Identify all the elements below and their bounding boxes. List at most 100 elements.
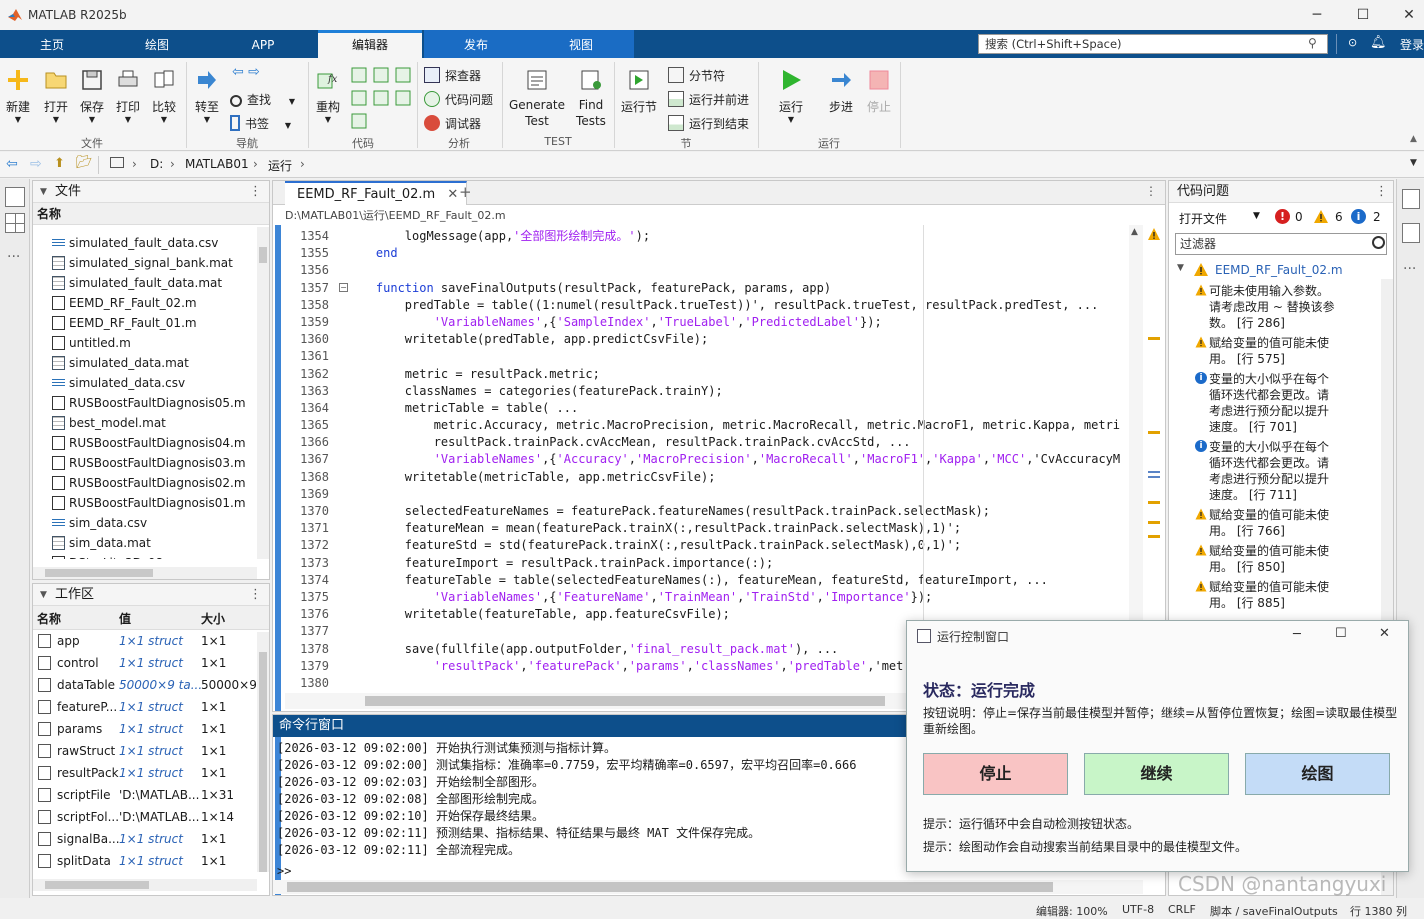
issues-panel-icon[interactable]	[1402, 223, 1420, 243]
warning-marker[interactable]	[1148, 535, 1160, 538]
help-dropdown-icon[interactable]: ⊙	[1348, 36, 1357, 49]
tab-view[interactable]: 视图	[528, 30, 634, 58]
stop-button[interactable]: 停止	[864, 68, 894, 115]
code-issues-button[interactable]: 代码问题	[424, 91, 493, 108]
files-vscrollbar[interactable]	[257, 227, 269, 559]
issue-item[interactable]: i 变量的大小似乎在每个 循环迭代都会更改。请 考虑进行预分配以提升 速度。 [行 70…	[1195, 371, 1329, 435]
more-icon[interactable]: ···	[1403, 261, 1416, 277]
run-advance-button[interactable]: 运行并前进	[668, 91, 749, 108]
save-button[interactable]: 保存 ▼	[78, 68, 106, 124]
panel-menu-icon[interactable]: ⋮	[249, 181, 262, 203]
file-list-item[interactable]: RUSBoostFaultDiagnosis02.m	[33, 473, 269, 493]
col-size[interactable]: 大小	[201, 610, 225, 627]
workspace-row[interactable]: scriptFile 'D:\MATLAB... 1×31	[33, 784, 269, 806]
tab-apps[interactable]: APP	[210, 30, 316, 58]
scope-select[interactable]: 打开文件	[1179, 210, 1227, 227]
editor-menu-icon[interactable]: ⋮	[1145, 184, 1157, 198]
info-icon[interactable]: i	[1351, 209, 1366, 224]
warning-marker[interactable]	[1148, 337, 1160, 340]
file-list-item[interactable]: EEMD_RF_Fault_02.m	[33, 293, 269, 313]
code-line[interactable]: 1364 metricTable = table( ...	[285, 400, 1127, 417]
issue-item[interactable]: 可能未使用输入参数。 请考虑改用 ~ 替换该参 数。 [行 286]	[1195, 283, 1335, 331]
issue-item[interactable]: 赋给变量的值可能未使 用。 [行 885]	[1195, 579, 1329, 611]
issue-item[interactable]: 赋给变量的值可能未使 用。 [行 766]	[1195, 507, 1329, 539]
workspace-hscrollbar[interactable]	[33, 879, 257, 891]
file-list-item[interactable]: DStarLite3D_08.m	[33, 553, 269, 559]
issue-item[interactable]: i 变量的大小似乎在每个 循环迭代都会更改。请 考虑进行预分配以提升 速度。 [行 71…	[1195, 439, 1329, 503]
tab-home[interactable]: 主页	[0, 30, 104, 58]
issues-file-name[interactable]: EEMD_RF_Fault_02.m	[1215, 263, 1343, 277]
bookmark-button[interactable]: 书签 ▼	[230, 115, 291, 132]
login-link[interactable]: 登录	[1400, 36, 1424, 53]
file-list-item[interactable]: simulated_fault_data.csv	[33, 233, 269, 253]
minimize-icon[interactable]: ─	[1302, 4, 1332, 26]
tab-plots[interactable]: 绘图	[104, 30, 210, 58]
code-line[interactable]: 1371 featureMean = mean(featurePack.trai…	[285, 520, 1127, 537]
file-list-item[interactable]: best_model.mat	[33, 413, 269, 433]
code-line[interactable]: 1363 classNames = categories(featurePack…	[285, 383, 1127, 400]
command-hscrollbar[interactable]	[273, 880, 1143, 894]
doc-panel-icon[interactable]	[1402, 189, 1420, 209]
file-list-item[interactable]: untitled.m	[33, 333, 269, 353]
code-line[interactable]: 1367 'VariableNames',{'Accuracy','MacroP…	[285, 451, 1127, 468]
stop-button[interactable]: 停止	[923, 753, 1068, 795]
workspace-row[interactable]: resultPack 1×1 struct 1×1	[33, 762, 269, 784]
tree-expand-icon[interactable]: ▼	[1177, 263, 1184, 273]
generate-test-button[interactable]: Generate Test	[508, 68, 566, 128]
fold-toggle-icon[interactable]: −	[339, 283, 348, 292]
new-tab-icon[interactable]: +	[459, 183, 472, 201]
close-icon[interactable]: ✕	[1394, 4, 1424, 26]
workspace-vscrollbar[interactable]	[257, 632, 269, 872]
file-list-item[interactable]: RUSBoostFaultDiagnosis01.m	[33, 493, 269, 513]
warning-status-icon[interactable]	[1147, 227, 1161, 241]
path-folder-2[interactable]: 运行	[268, 157, 292, 174]
file-list-item[interactable]: RUSBoostFaultDiagnosis04.m	[33, 433, 269, 453]
files-panel-icon[interactable]	[5, 187, 25, 207]
workspace-row[interactable]: signalBa... 1×1 struct 1×1	[33, 828, 269, 850]
collapse-ribbon-icon[interactable]: ▲	[1410, 134, 1417, 144]
code-line[interactable]: 1359 'VariableNames',{'SampleIndex','Tru…	[285, 314, 1127, 331]
file-list-item[interactable]: RUSBoostFaultDiagnosis05.m	[33, 393, 269, 413]
files-hscrollbar[interactable]	[33, 567, 257, 579]
warning-icon[interactable]	[1313, 209, 1329, 224]
dialog-minimize-icon[interactable]: ─	[1293, 627, 1301, 642]
file-list-item[interactable]: sim_data.csv	[33, 513, 269, 533]
back-arrow-icon[interactable]: ⇦	[6, 156, 18, 172]
maximize-icon[interactable]: ☐	[1348, 4, 1378, 26]
workspace-row[interactable]: featureP... 1×1 struct 1×1	[33, 696, 269, 718]
file-list-item[interactable]: simulated_signal_bank.mat	[33, 253, 269, 273]
code-line[interactable]: 1372 featureStd = std(featurePack.trainX…	[285, 537, 1127, 554]
col-name[interactable]: 名称	[37, 610, 61, 627]
goto-button[interactable]: 转至 ▼	[192, 68, 222, 124]
code-line[interactable]: 1357 function saveFinalOutputs(resultPac…	[285, 280, 1127, 297]
search-input[interactable]: 搜索 (Ctrl+Shift+Space)	[978, 34, 1328, 54]
code-line[interactable]: 1360 writetable(predTable, app.predictCs…	[285, 331, 1127, 348]
profiler-button[interactable]: 探查器	[424, 67, 481, 84]
plot-button[interactable]: 绘图	[1245, 753, 1390, 795]
workspace-row[interactable]: dataTable 50000×9 ta... 50000×9	[33, 674, 269, 696]
filter-input[interactable]: 过滤器	[1175, 233, 1387, 255]
find-tests-button[interactable]: Find Tests	[572, 68, 610, 128]
code-line[interactable]: 1365 metric.Accuracy, metric.MacroPrecis…	[285, 417, 1127, 434]
code-line[interactable]: 1361	[285, 348, 1127, 365]
workspace-row[interactable]: control 1×1 struct 1×1	[33, 652, 269, 674]
warning-marker[interactable]	[1148, 521, 1160, 524]
browse-folder-icon[interactable]: 📂︎	[76, 155, 93, 170]
back-forward-icons[interactable]: ⇦ ⇨	[232, 64, 260, 80]
up-folder-icon[interactable]: ⬆︎	[54, 156, 65, 171]
issue-item[interactable]: 赋给变量的值可能未使 用。 [行 850]	[1195, 543, 1329, 575]
code-line[interactable]: 1354 logMessage(app,'全部图形绘制完成。');	[285, 228, 1127, 245]
code-line[interactable]: 1374 featureTable = table(selectedFeatur…	[285, 572, 1127, 589]
issues-file-node[interactable]: ▼ EEMD_RF_Fault_02.m	[1169, 259, 1393, 283]
code-line[interactable]: 1370 selectedFeatureNames = featurePack.…	[285, 503, 1127, 520]
code-tools-grid[interactable]	[350, 66, 412, 130]
panel-menu-icon[interactable]: ⋮	[249, 584, 262, 606]
code-line[interactable]: 1356	[285, 262, 1127, 279]
path-folder-1[interactable]: MATLAB01	[185, 157, 249, 171]
file-list-item[interactable]: sim_data.mat	[33, 533, 269, 553]
forward-arrow-icon[interactable]: ⇨	[30, 156, 42, 172]
path-drive[interactable]: D:	[150, 157, 163, 171]
bell-icon[interactable]: 🔔︎	[1370, 35, 1387, 50]
issue-item[interactable]: 赋给变量的值可能未使 用。 [行 575]	[1195, 335, 1329, 367]
command-prompt[interactable]: >>	[277, 863, 291, 880]
